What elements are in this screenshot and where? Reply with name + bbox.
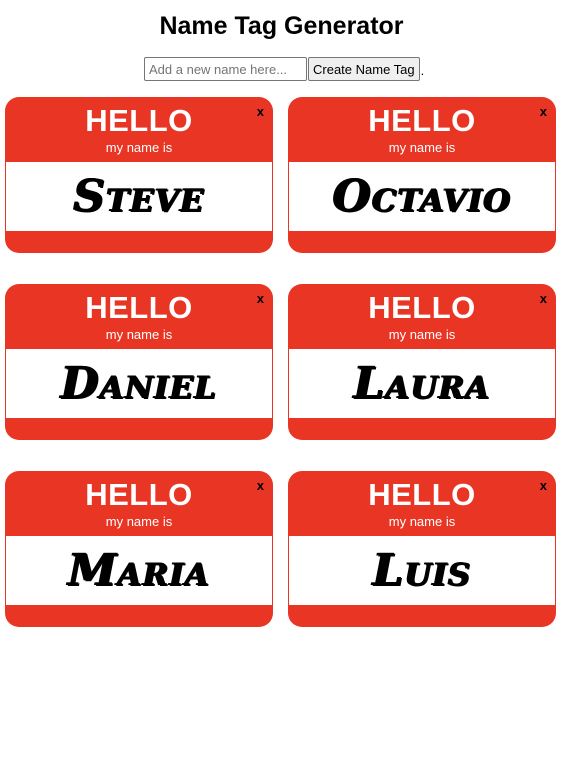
delete-tag-button[interactable]: x [540, 479, 547, 493]
name-tag-form: Create Name Tag . [144, 57, 424, 81]
trailing-text: . [420, 63, 425, 78]
tag-name: Laura [353, 357, 491, 409]
tag-hello-heading: HELLO [85, 103, 193, 138]
tag-name-area: Luis [289, 536, 555, 605]
tag-name-area: Daniel [6, 349, 272, 418]
name-tag-list: HELLO my name is x Steve HELLO my name i… [5, 97, 556, 627]
create-name-tag-button[interactable]: Create Name Tag [308, 57, 420, 81]
tag-name-area: Maria [6, 536, 272, 605]
tag-name-area: Laura [289, 349, 555, 418]
delete-tag-button[interactable]: x [257, 292, 264, 306]
tag-subtitle: my name is [388, 514, 456, 529]
delete-tag-button[interactable]: x [540, 105, 547, 119]
name-tag: HELLO my name is x Laura [288, 284, 556, 440]
delete-tag-button[interactable]: x [540, 292, 547, 306]
name-input[interactable] [144, 57, 307, 81]
tag-hello-heading: HELLO [368, 477, 476, 512]
tag-name: Steve [73, 170, 205, 222]
tag-subtitle: my name is [388, 327, 456, 342]
name-tag: HELLO my name is x Luis [288, 471, 556, 627]
tag-subtitle: my name is [105, 327, 173, 342]
name-tag: HELLO my name is x Maria [5, 471, 273, 627]
name-tag: HELLO my name is x Steve [5, 97, 273, 253]
name-tag: HELLO my name is x Octavio [288, 97, 556, 253]
tag-hello-heading: HELLO [85, 477, 193, 512]
tag-name: Luis [372, 544, 472, 596]
delete-tag-button[interactable]: x [257, 105, 264, 119]
tag-subtitle: my name is [105, 140, 173, 155]
tag-name-area: Octavio [289, 162, 555, 231]
name-tag: HELLO my name is x Daniel [5, 284, 273, 440]
tag-name: Daniel [60, 357, 218, 409]
tag-name: Maria [67, 544, 211, 596]
tag-hello-heading: HELLO [368, 290, 476, 325]
tag-name: Octavio [332, 170, 512, 222]
page-title: Name Tag Generator [159, 12, 404, 40]
tag-subtitle: my name is [105, 514, 173, 529]
tag-hello-heading: HELLO [85, 290, 193, 325]
delete-tag-button[interactable]: x [257, 479, 264, 493]
tag-name-area: Steve [6, 162, 272, 231]
tag-subtitle: my name is [388, 140, 456, 155]
tag-hello-heading: HELLO [368, 103, 476, 138]
